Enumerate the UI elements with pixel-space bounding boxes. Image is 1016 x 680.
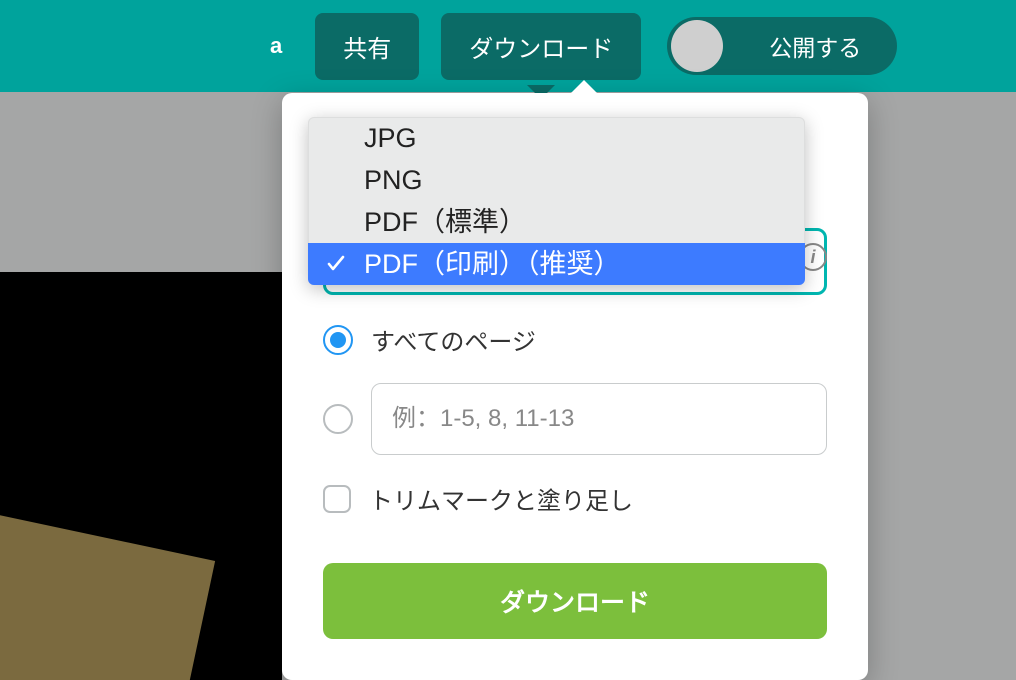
- download-button[interactable]: ダウンロード: [323, 563, 827, 639]
- pages-range-radio[interactable]: [323, 404, 353, 434]
- format-option-pdf-standard[interactable]: PDF（標準）: [308, 201, 805, 243]
- check-icon: [326, 254, 346, 274]
- publish-avatar-placeholder: [671, 20, 723, 72]
- publish-button[interactable]: 公開する: [667, 17, 897, 75]
- download-popover: i JPG PNG PDF（標準） PDF（印刷）（推奨） すべてのページ トリ…: [282, 93, 868, 680]
- share-button[interactable]: 共有: [315, 13, 419, 80]
- format-option-label: PDF（印刷）（推奨）: [364, 249, 621, 279]
- pages-all-row: すべてのページ: [323, 322, 827, 357]
- trim-marks-label: トリムマークと塗り足し: [369, 481, 633, 516]
- pages-all-label: すべてのページ: [371, 322, 536, 357]
- format-option-png[interactable]: PNG: [308, 159, 805, 201]
- pages-range-row: [323, 383, 827, 455]
- pages-range-input[interactable]: [371, 383, 827, 455]
- trim-marks-checkbox[interactable]: [323, 485, 351, 513]
- format-dropdown-list: JPG PNG PDF（標準） PDF（印刷）（推奨）: [308, 117, 805, 285]
- canvas-preview: [0, 272, 282, 680]
- brand-logo: a: [270, 33, 281, 59]
- canvas-shape: [0, 505, 215, 680]
- trim-marks-row: トリムマークと塗り足し: [323, 481, 827, 516]
- format-option-pdf-print[interactable]: PDF（印刷）（推奨）: [308, 243, 805, 285]
- publish-label: 公開する: [769, 29, 861, 63]
- top-bar: a 共有 ダウンロード 公開する: [0, 0, 1016, 92]
- pages-all-radio[interactable]: [323, 325, 353, 355]
- download-tab-button[interactable]: ダウンロード: [441, 13, 641, 80]
- format-option-jpg[interactable]: JPG: [308, 117, 805, 159]
